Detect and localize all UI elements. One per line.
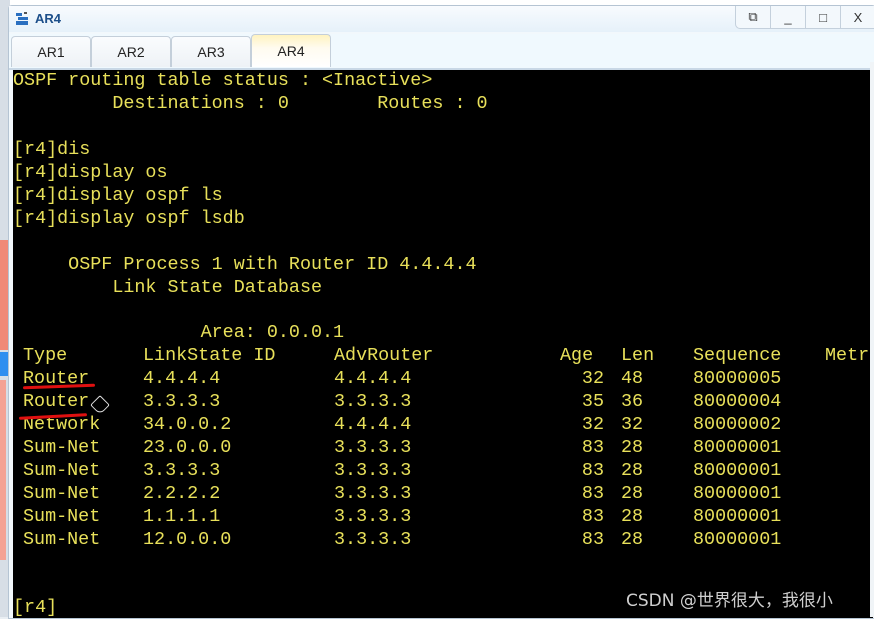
lsdb-age-cell: 32 <box>581 368 604 389</box>
lsdb-sequence-cell: 80000001 <box>693 506 782 527</box>
lsdb-len-cell: 28 <box>621 483 644 504</box>
terminal-line: OSPF Process 1 with Router ID 4.4.4.4 <box>13 254 477 275</box>
lsdb-sequence-cell: 80000005 <box>693 368 782 389</box>
lsdb-len-cell: 28 <box>621 437 644 458</box>
lsdb-type-cell: Sum-Net <box>23 506 101 527</box>
lsdb-linkstate-id-cell: 4.4.4.4 <box>143 368 221 389</box>
terminal-line: [r4]display ospf ls <box>13 185 223 206</box>
restore-button[interactable]: ⧉ <box>735 6 770 29</box>
lsdb-linkstate-id-cell: 34.0.0.2 <box>143 414 232 435</box>
device-tabs: AR1 AR2 AR3 AR4 <box>9 34 874 70</box>
lsdb-age-cell: 83 <box>581 529 604 550</box>
lsdb-age-cell: 35 <box>581 391 604 412</box>
lsdb-linkstate-id-cell: 23.0.0.0 <box>143 437 232 458</box>
tab-label: AR2 <box>117 44 145 60</box>
window-controls: ⧉ _ □ X <box>735 6 874 30</box>
lsdb-len-cell: 48 <box>621 368 644 389</box>
tab-label: AR4 <box>277 43 305 59</box>
console-window: AR4 ⧉ _ □ X AR1 AR2 AR3 AR4 OSPF routing… <box>8 5 874 619</box>
lsdb-linkstate-id-cell: 3.3.3.3 <box>143 391 221 412</box>
lsdb-len-cell: 28 <box>621 460 644 481</box>
tab-ar3[interactable]: AR3 <box>171 36 251 67</box>
lsdb-len-cell: 28 <box>621 529 644 550</box>
lsdb-header-cell: Type <box>23 345 68 366</box>
lsdb-age-cell: 83 <box>581 506 604 527</box>
lsdb-sequence-cell: 80000002 <box>693 414 782 435</box>
lsdb-linkstate-id-cell: 2.2.2.2 <box>143 483 221 504</box>
lsdb-len-cell: 32 <box>621 414 644 435</box>
lsdb-advrouter-cell: 4.4.4.4 <box>334 368 412 389</box>
maximize-icon: □ <box>819 9 827 25</box>
terminal-line: [r4]dis <box>13 139 91 160</box>
lsdb-age-cell: 83 <box>581 483 604 504</box>
tab-ar4[interactable]: AR4 <box>251 34 331 67</box>
lsdb-age-cell: 32 <box>581 414 604 435</box>
lsdb-header-cell: LinkState ID <box>143 345 276 366</box>
minimize-icon: _ <box>784 9 792 25</box>
lsdb-type-cell: Router <box>23 391 90 412</box>
window-title: AR4 <box>35 11 62 26</box>
lsdb-age-cell: 83 <box>581 437 604 458</box>
terminal-output[interactable]: OSPF routing table status : <Inactive> D… <box>13 70 873 618</box>
lsdb-linkstate-id-cell: 1.1.1.1 <box>143 506 221 527</box>
watermark: CSDN @世界很大，我很小 <box>626 591 833 611</box>
lsdb-advrouter-cell: 3.3.3.3 <box>334 483 412 504</box>
terminal-line: Link State Database <box>13 277 323 298</box>
lsdb-header-cell: AdvRouter <box>334 345 434 366</box>
background-red-panel-2 <box>0 380 6 560</box>
lsdb-linkstate-id-cell: 12.0.0.0 <box>143 529 232 550</box>
lsdb-sequence-cell: 80000001 <box>693 483 782 504</box>
lsdb-type-cell: Sum-Net <box>23 437 101 458</box>
command-prompt[interactable]: [r4] <box>13 597 57 618</box>
router-app-icon <box>16 12 28 25</box>
lsdb-header-cell: Len <box>621 345 655 366</box>
lsdb-header-cell: Sequence <box>693 345 782 366</box>
lsdb-age-cell: 83 <box>581 460 604 481</box>
lsdb-advrouter-cell: 3.3.3.3 <box>334 506 412 527</box>
background-red-panel <box>0 240 8 350</box>
lsdb-advrouter-cell: 3.3.3.3 <box>334 529 412 550</box>
close-button[interactable]: X <box>840 6 874 29</box>
lsdb-advrouter-cell: 3.3.3.3 <box>334 391 412 412</box>
lsdb-advrouter-cell: 4.4.4.4 <box>334 414 412 435</box>
minimize-button[interactable]: _ <box>770 6 805 29</box>
title-bar[interactable]: AR4 ⧉ _ □ X <box>9 6 874 32</box>
lsdb-sequence-cell: 80000004 <box>693 391 782 412</box>
terminal-line: [r4]display os <box>13 162 168 183</box>
lsdb-header-cell: Age <box>560 345 594 366</box>
lsdb-len-cell: 28 <box>621 506 644 527</box>
lsdb-advrouter-cell: 3.3.3.3 <box>334 460 412 481</box>
close-icon: X <box>853 9 863 25</box>
terminal-line: Area: 0.0.0.1 <box>13 322 345 343</box>
restore-icon: ⧉ <box>748 9 758 24</box>
terminal-line: Destinations : 0 Routes : 0 <box>13 93 488 114</box>
lsdb-sequence-cell: 80000001 <box>693 437 782 458</box>
terminal-line: [r4]display ospf lsdb <box>13 208 245 229</box>
lsdb-advrouter-cell: 3.3.3.3 <box>334 437 412 458</box>
lsdb-type-cell: Sum-Net <box>23 483 101 504</box>
lsdb-len-cell: 36 <box>621 391 644 412</box>
terminal-line: OSPF routing table status : <Inactive> <box>13 70 433 91</box>
tab-label: AR1 <box>37 44 65 60</box>
lsdb-linkstate-id-cell: 3.3.3.3 <box>143 460 221 481</box>
maximize-button[interactable]: □ <box>805 6 840 29</box>
lsdb-sequence-cell: 80000001 <box>693 460 782 481</box>
tab-ar2[interactable]: AR2 <box>91 36 171 67</box>
lsdb-type-cell: Sum-Net <box>23 529 101 550</box>
lsdb-type-cell: Sum-Net <box>23 460 101 481</box>
tab-label: AR3 <box>197 44 225 60</box>
lsdb-header-cell: Metric <box>825 345 873 366</box>
tab-ar1[interactable]: AR1 <box>11 36 91 67</box>
pen-cursor-icon <box>90 395 110 415</box>
lsdb-sequence-cell: 80000001 <box>693 529 782 550</box>
scrollbar-edge[interactable] <box>870 62 874 617</box>
